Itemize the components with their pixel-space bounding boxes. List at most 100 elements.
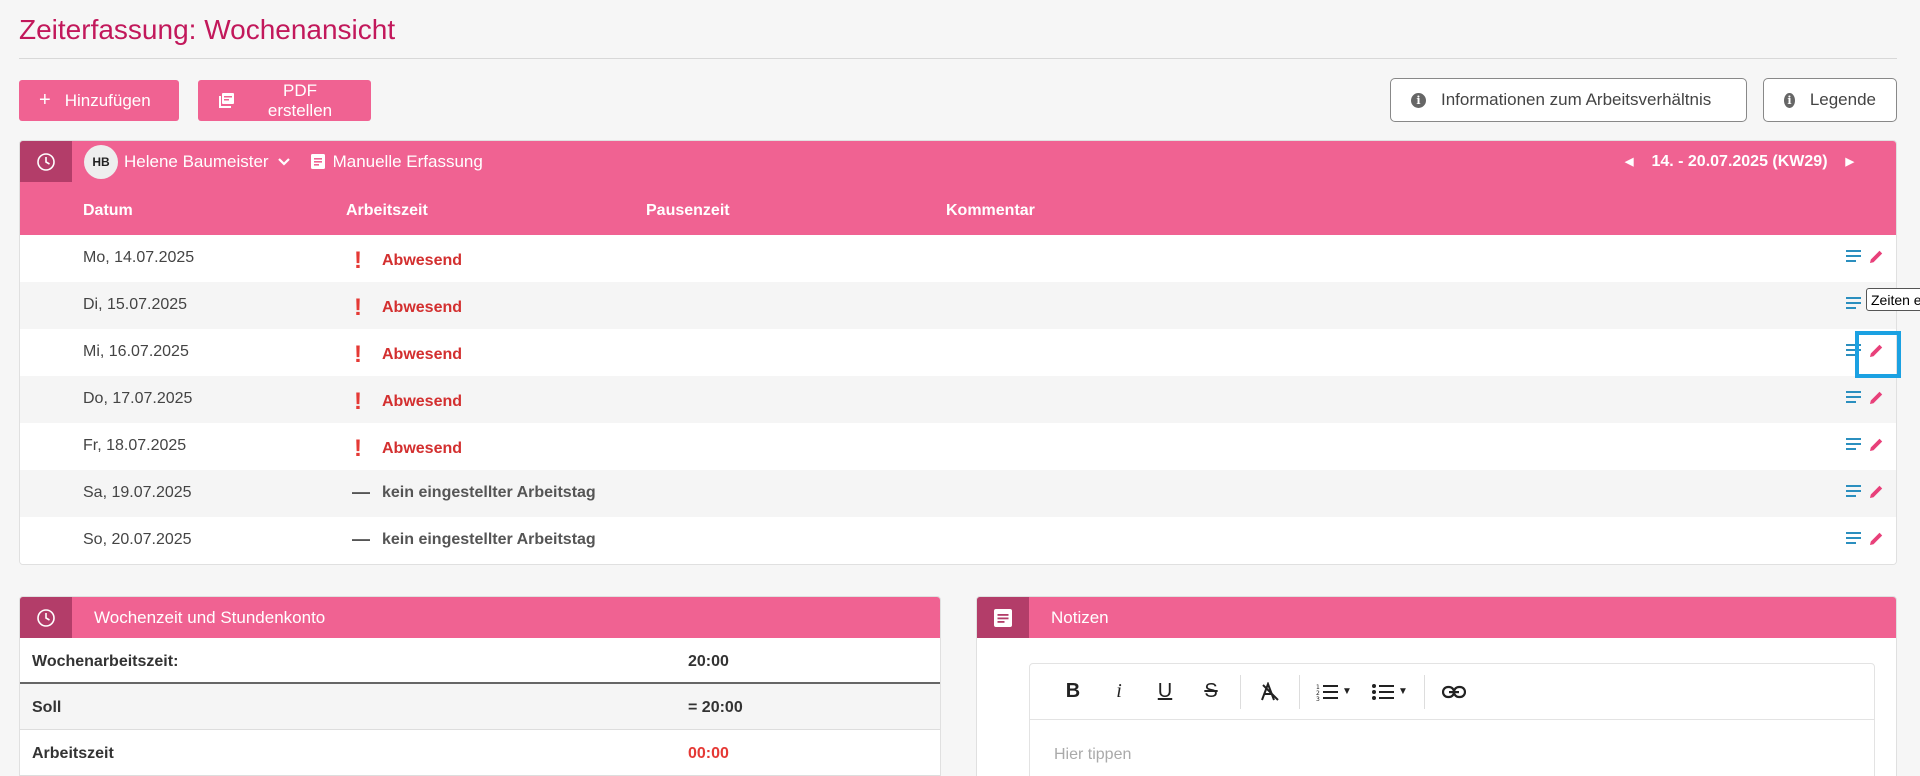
comment-icon[interactable]: [1846, 485, 1861, 503]
row-date: Mo, 14.07.2025: [83, 249, 195, 266]
table-row: So, 20.07.2025 — kein eingestellter Arbeit…: [20, 517, 1896, 564]
table-row: Fr, 18.07.2025! Abwesend: [20, 423, 1896, 470]
edit-tooltip: Zeiten e: [1866, 288, 1920, 311]
week-range: 14. - 20.07.2025 (KW29): [1651, 152, 1828, 170]
row-actions: [1846, 390, 1884, 410]
week-rows: Mo, 14.07.2025! Abwesend Di, 15.07.2025! Ab…: [20, 235, 1896, 564]
row-actions: [1846, 484, 1884, 504]
underline-button[interactable]: U: [1142, 672, 1188, 712]
caret-down-icon: ▼: [1398, 686, 1408, 697]
status-text: Abwesend: [382, 346, 463, 363]
week-panel-header: HB Helene Baumeister Manuelle Erfassung …: [20, 141, 1896, 182]
status-text: kein eingestellter Arbeitstag: [382, 530, 596, 548]
strikethrough-button[interactable]: S: [1188, 672, 1234, 712]
comment-icon[interactable]: [1846, 391, 1861, 409]
clear-format-button[interactable]: [1247, 672, 1293, 712]
info-icon: i: [1784, 92, 1795, 108]
notes-input[interactable]: Hier tippen: [1054, 746, 1131, 764]
legend-label: Legende: [1809, 90, 1876, 109]
link-icon: [1442, 685, 1466, 698]
edit-highlight: [1855, 331, 1901, 378]
table-header: Datum Arbeitszeit Pausenzeit Kommentar: [20, 182, 1896, 235]
page-title: Zeiterfassung: Wochenansicht: [19, 14, 396, 45]
weekly-hours-row: Wochenarbeitszeit: 20:00: [20, 638, 940, 684]
chevron-down-icon: [277, 157, 291, 167]
add-button[interactable]: + Hinzufügen: [19, 80, 179, 121]
row-status: — kein eingestellter Arbeitstag: [350, 529, 596, 550]
alert-icon: !: [354, 435, 362, 462]
status-text: Abwesend: [382, 252, 463, 269]
row-status: ! Abwesend: [350, 341, 462, 369]
italic-button[interactable]: i: [1096, 672, 1142, 712]
comment-icon[interactable]: [1846, 532, 1861, 550]
hours-value: 00:00: [688, 745, 729, 762]
comment-icon[interactable]: [1846, 250, 1861, 268]
comment-icon[interactable]: [1846, 297, 1861, 315]
user-selector[interactable]: HB Helene Baumeister: [84, 144, 291, 179]
svg-text:3: 3: [1316, 696, 1320, 701]
toolbar-separator: [1424, 674, 1425, 709]
dash-icon: —: [352, 529, 370, 549]
manual-entry-mode[interactable]: Manuelle Erfassung: [310, 152, 483, 172]
alert-icon: !: [354, 247, 362, 274]
edit-pencil-icon[interactable]: [1869, 249, 1884, 269]
table-row: Do, 17.07.2025 ! Abwesend: [20, 376, 1896, 423]
row-status: — kein eingestellter Arbeitstag: [350, 482, 596, 503]
row-status: ! Abwesend: [350, 388, 462, 416]
row-date: Di, 15.07.2025: [83, 296, 188, 313]
hours-panel-title: Wochenzeit und Stundenkonto: [94, 607, 326, 627]
week-navigator: ◀ 14. - 20.07.2025 (KW29) ▶: [1607, 153, 1872, 171]
row-status: ! Abwesend: [350, 294, 462, 322]
notes-editor: B i U S 123 ▼ ▼ Hier tippen: [1029, 663, 1875, 776]
ordered-list-button[interactable]: 123 ▼: [1306, 672, 1362, 712]
employment-info-label: Informationen zum Arbeitsverhältnis: [1441, 90, 1712, 109]
bold-button[interactable]: B: [1050, 672, 1096, 712]
row-actions: [1846, 531, 1884, 551]
notes-panel: Notizen B i U S 123 ▼ ▼ Hier tippen: [976, 596, 1897, 776]
link-button[interactable]: [1431, 672, 1477, 712]
target-hours-row: Soll = 20:00: [20, 684, 940, 730]
document-icon: [310, 154, 325, 169]
pdf-button[interactable]: PDF erstellen: [198, 80, 371, 121]
status-text: kein eingestellter Arbeitstag: [382, 483, 596, 501]
row-actions: [1846, 249, 1884, 269]
status-text: Abwesend: [382, 299, 463, 316]
hours-panel: Wochenzeit und Stundenkonto Wochenarbeit…: [19, 596, 941, 776]
pdf-icon: [218, 92, 235, 109]
row-status: ! Abwesend: [350, 435, 462, 463]
row-date: Do, 17.07.2025: [83, 390, 193, 407]
status-text: Abwesend: [382, 393, 463, 410]
edit-pencil-icon[interactable]: [1869, 531, 1884, 551]
table-row: Mo, 14.07.2025! Abwesend: [20, 235, 1896, 282]
legend-button[interactable]: i Legende: [1763, 78, 1897, 122]
notes-panel-title: Notizen: [1051, 607, 1109, 627]
edit-pencil-icon[interactable]: [1869, 437, 1884, 457]
table-row: Di, 15.07.2025! Abwesend: [20, 282, 1896, 329]
plus-icon: +: [39, 89, 51, 111]
row-date: Mi, 16.07.2025: [83, 343, 189, 360]
ordered-list-icon: 123: [1316, 684, 1339, 701]
clock-icon: [20, 597, 72, 638]
edit-pencil-icon[interactable]: [1869, 390, 1884, 410]
comment-icon[interactable]: [1846, 438, 1861, 456]
hours-label: Arbeitszeit: [32, 745, 114, 762]
clear-format-icon: [1261, 681, 1279, 701]
pdf-button-label: PDF erstellen: [267, 80, 333, 120]
table-row: Mi, 16.07.2025! Abwesend: [20, 329, 1896, 376]
alert-icon: !: [354, 294, 362, 321]
notes-icon: [977, 597, 1029, 638]
notes-panel-header: Notizen: [977, 597, 1896, 638]
title-divider: [19, 58, 1897, 59]
alert-icon: !: [354, 341, 362, 368]
previous-week-icon[interactable]: ◀: [1625, 155, 1633, 168]
edit-pencil-icon[interactable]: [1869, 484, 1884, 504]
toolbar-separator: [1240, 674, 1241, 709]
employment-info-button[interactable]: i Informationen zum Arbeitsverhältnis: [1390, 78, 1747, 122]
bullet-list-button[interactable]: ▼: [1362, 672, 1418, 712]
avatar: HB: [84, 144, 118, 179]
table-row: Sa, 19.07.2025 — kein eingestellter Arbeit…: [20, 470, 1896, 517]
row-date: So, 20.07.2025: [83, 531, 192, 548]
next-week-icon[interactable]: ▶: [1846, 155, 1854, 168]
editor-toolbar: B i U S 123 ▼ ▼: [1030, 664, 1874, 720]
column-comment: Kommentar: [946, 202, 1035, 219]
